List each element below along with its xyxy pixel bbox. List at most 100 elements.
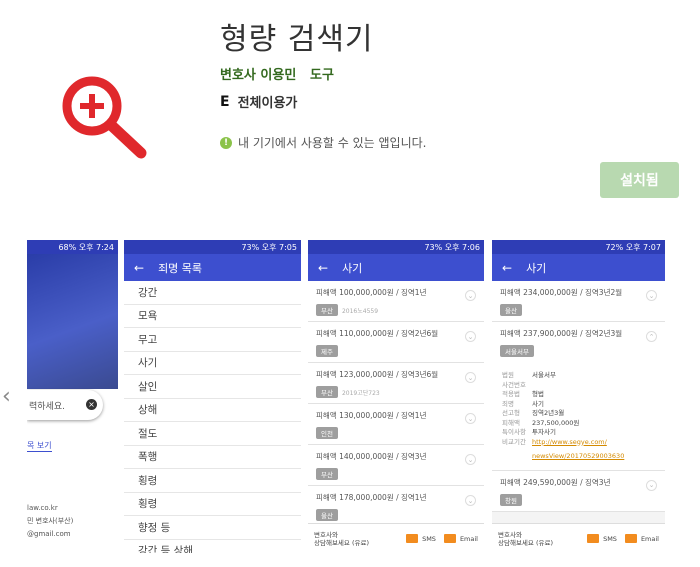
detail-row: 비교기간 http://www.segye.com/: [502, 438, 655, 448]
screenshot-2[interactable]: 73% 오후 7:05 ← 죄명 목록 강간 모욕 무고 사기 살인 상해 절도…: [124, 240, 301, 553]
court-tag: 서울서부: [500, 345, 534, 357]
status-bar: 72% 오후 7:07: [492, 240, 665, 254]
category-link[interactable]: 도구: [310, 64, 334, 83]
case-summary: 피해액 234,000,000원 / 징역3년2월: [500, 288, 623, 297]
case-detail: 법원 서울서부 사건번호 적용법 형법 죄명 사기 선고형 징역2년3월 피해액 237,…: [492, 363, 665, 471]
footer-line: law.co.kr: [27, 504, 58, 512]
developer-link[interactable]: 변호사 이용민: [220, 64, 296, 83]
case-summary: 피해액 237,900,000원 / 징역2년3월: [500, 329, 623, 338]
detail-value: 사기: [532, 399, 544, 408]
search-text: 력하세요.: [29, 401, 65, 412]
detail-key: 선고형: [502, 409, 520, 417]
case-item: 피해액 234,000,000원 / 징역3년2월 울산 ⌄: [492, 281, 665, 322]
list-item: 사기: [124, 352, 301, 375]
detail-value: 237,500,000원: [532, 418, 580, 427]
email-label: Email: [459, 534, 478, 543]
case-number: 2016노4559: [341, 308, 379, 315]
app-title: 형량 검색기: [220, 22, 374, 57]
source-link-2: newsView/20170529003630: [532, 452, 625, 460]
list-item: 향정 등: [124, 516, 301, 540]
chevron-down-icon: ⌄: [465, 331, 476, 342]
app-bar-title: 사기: [526, 261, 547, 275]
clear-icon: ×: [86, 399, 97, 410]
search-input: 력하세요. ×: [27, 390, 103, 420]
detail-value: 징역2년3월: [532, 409, 565, 417]
court-tag: 인천: [316, 427, 338, 439]
app-icon: [56, 70, 156, 160]
list-item: 살인: [124, 375, 301, 399]
case-summary: 피해액 110,000,000원 / 징역2년6월: [316, 329, 439, 338]
court-tag: 울산: [500, 304, 522, 316]
detail-key: 법원: [502, 371, 514, 379]
back-arrow-icon: ←: [134, 260, 145, 275]
content-rating: E 전체이용가: [220, 92, 297, 112]
email-icon: [624, 534, 637, 543]
footer-line: 민 변호사(부산): [27, 517, 74, 525]
sms-button: SMS: [406, 534, 436, 543]
court-tag: 제주: [316, 345, 338, 357]
detail-row: 적용법 형법: [502, 390, 655, 400]
case-item: 피해액 237,900,000원 / 징역2년3월 서울서부 ⌃: [492, 322, 665, 363]
detail-row: 선고형 징역2년3월: [502, 409, 655, 419]
chevron-down-icon: ⌄: [465, 413, 476, 424]
detail-row: 법원 서울서부: [502, 371, 655, 381]
court-tag: 창원: [500, 493, 522, 506]
screenshot-1[interactable]: 68% 오후 7:24 력하세요. × 목 보기 law.co.kr 민 변호사…: [27, 240, 118, 553]
court-tag: 울산: [316, 509, 338, 521]
list-item: 모욕: [124, 305, 301, 328]
chevron-down-icon: ⌄: [646, 479, 657, 491]
back-arrow-icon: ←: [318, 260, 329, 275]
court-tag: 부산: [316, 386, 338, 398]
list-item: 상해: [124, 399, 301, 422]
case-item: 피해액 110,000,000원 / 징역2년6월 제주 ⌄: [308, 322, 484, 363]
email-button: Email: [443, 534, 478, 543]
case-list: 피해액 100,000,000원 / 징역1년 부산 2016노4559 ⌄ 피해…: [308, 281, 484, 527]
case-item: 피해액 100,000,000원 / 징역1년 부산 2016노4559 ⌄: [308, 281, 484, 322]
back-arrow-icon: ←: [502, 260, 513, 275]
case-item: 피해액 249,590,000원 / 징역3년 창원 ⌄: [492, 470, 665, 512]
detail-row: 사건번호: [502, 381, 655, 391]
case-item: 피해액 178,000,000원 / 징역1년 울산 ⌄: [308, 486, 484, 527]
case-summary: 피해액 178,000,000원 / 징역1년: [316, 493, 427, 502]
detail-key: 특이사항: [502, 428, 526, 436]
installed-button[interactable]: 설치됨: [600, 162, 679, 198]
screenshot-3[interactable]: 73% 오후 7:06 ← 사기 피해액 100,000,000원 / 징역1년…: [308, 240, 484, 553]
list-item: 강간: [124, 281, 301, 305]
chevron-up-icon: ⌃: [646, 331, 657, 342]
status-text: 68% 오후 7:24: [58, 242, 114, 252]
case-item: 피해액 140,000,000원 / 징역3년 부산 ⌄: [308, 445, 484, 486]
sms-label: SMS: [422, 534, 436, 543]
screenshot-4[interactable]: 72% 오후 7:07 ← 사기 피해액 234,000,000원 / 징역3년…: [492, 240, 665, 553]
list-item: 횡령: [124, 469, 301, 493]
rating-badge-icon: E: [220, 93, 230, 110]
sms-icon: [406, 534, 419, 543]
detail-row: newsView/20170529003630: [502, 452, 655, 462]
detail-key: 비교기간: [502, 437, 526, 446]
detail-key: 적용법: [502, 390, 520, 398]
chevron-down-icon: ⌄: [465, 495, 476, 506]
app-bar: ← 사기: [492, 254, 665, 281]
email-label: Email: [640, 534, 659, 543]
notice-text: 내 기기에서 사용할 수 있는 앱입니다.: [238, 136, 427, 150]
status-bar: 73% 오후 7:06: [308, 240, 484, 254]
list-item: 절도: [124, 422, 301, 446]
detail-value: 형법: [532, 390, 544, 398]
case-summary: 피해액 123,000,000원 / 징역3년6월: [316, 370, 439, 379]
list-item: 강간 등 상해: [124, 540, 301, 553]
status-bar: 73% 오후 7:05: [124, 240, 301, 254]
list-item: 폭행: [124, 446, 301, 469]
case-summary: 피해액 130,000,000원 / 징역1년: [316, 411, 427, 420]
status-bar: 68% 오후 7:24: [27, 240, 118, 254]
chevron-down-icon: ⌄: [465, 372, 476, 383]
status-text: 72% 오후 7:07: [605, 242, 661, 252]
detail-row: 특이사항 투자사기: [502, 428, 655, 438]
case-summary: 피해액 249,590,000원 / 징역3년: [500, 477, 611, 487]
info-icon: !: [220, 136, 232, 149]
screenshots-prev-icon[interactable]: ‹: [2, 384, 16, 409]
contact-bar: 변호사와 상담해보세요 (유료) SMS Email: [492, 523, 665, 553]
sms-button: SMS: [587, 534, 617, 543]
list-item: 무고: [124, 328, 301, 352]
case-summary: 피해액 100,000,000원 / 징역1년: [316, 288, 427, 297]
email-button: Email: [624, 534, 659, 543]
banner-image: [27, 254, 118, 389]
